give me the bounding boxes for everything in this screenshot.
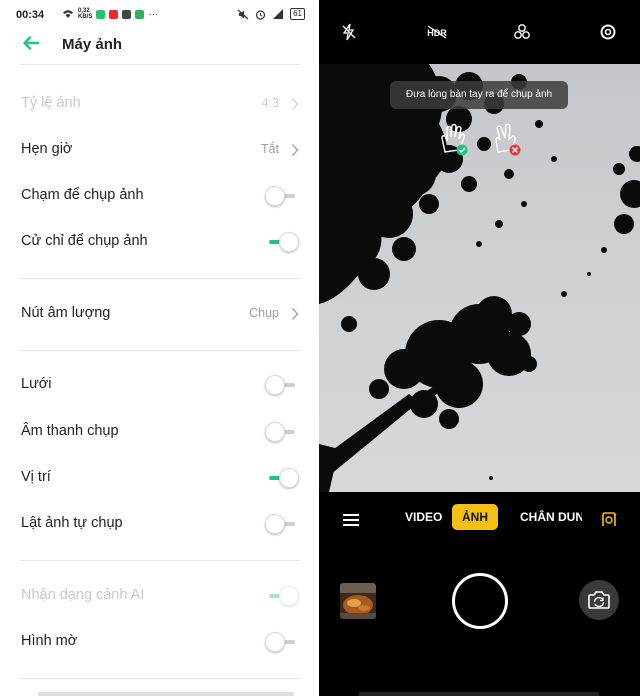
touch-capture-toggle[interactable] — [265, 185, 299, 207]
mute-icon — [237, 9, 249, 19]
sms-icon — [135, 9, 145, 19]
camera-mode-bar: VIDEO ẢNH CHÂN DUNG — [319, 500, 640, 540]
settings-panel: 00:34 0,32 KB/S ··· 61 Máy ảnh Tỷ lệ ảnh … — [0, 0, 319, 696]
ai-scene-toggle — [265, 585, 299, 607]
bottom-bar — [38, 692, 294, 696]
setting-label: Vị trí — [21, 469, 51, 485]
divider — [20, 350, 300, 351]
wifi-icon — [63, 10, 73, 18]
beauty-icon[interactable] — [600, 511, 618, 529]
app-notification-icon — [122, 9, 132, 19]
divider — [20, 64, 300, 65]
settings-icon[interactable] — [598, 22, 618, 42]
setting-label: Âm thanh chụp — [21, 423, 119, 439]
switch-camera-icon — [588, 591, 610, 609]
status-bar: 00:34 0,32 KB/S ··· 61 — [0, 0, 319, 30]
setting-grid: Lưới — [0, 365, 319, 405]
setting-label: Lưới — [21, 376, 52, 392]
divider — [20, 560, 300, 561]
setting-touch-to-capture: Chạm để chụp ảnh — [0, 176, 319, 216]
chevron-right-icon — [291, 143, 299, 157]
setting-shutter-sound: Âm thanh chụp — [0, 412, 319, 452]
more-notifications: ··· — [148, 8, 159, 20]
setting-watermark: Hình mờ — [0, 622, 319, 662]
filters-icon[interactable] — [512, 22, 532, 42]
flash-off-icon[interactable] — [339, 22, 359, 42]
switch-camera-button[interactable] — [579, 580, 619, 620]
alarm-icon — [255, 9, 266, 20]
watermark-toggle[interactable] — [265, 631, 299, 653]
battery-icon: 61 — [290, 8, 305, 20]
setting-label: Chạm để chụp ảnh — [21, 187, 144, 203]
food-photo-thumbnail — [340, 583, 376, 619]
chevron-right-icon — [291, 307, 299, 321]
tree-silhouette — [319, 64, 640, 492]
setting-timer[interactable]: Hẹn giờ Tắt — [0, 130, 319, 170]
divider — [20, 678, 300, 679]
bottom-bar — [359, 692, 599, 696]
hdr-icon[interactable]: HDR — [425, 22, 449, 42]
shutter-button[interactable] — [452, 573, 508, 629]
chevron-right-icon — [291, 97, 299, 111]
setting-label: Nút âm lượng — [21, 305, 111, 321]
setting-gesture-capture: Cử chỉ để chụp ảnh — [0, 222, 319, 262]
setting-mirror-selfie: Lật ảnh tự chụp — [0, 504, 319, 544]
setting-value: 4:3 — [261, 96, 279, 110]
setting-value: Chụp — [249, 306, 279, 320]
app-bar: Máy ảnh — [0, 30, 319, 60]
v-sign-gesture-icon — [495, 123, 521, 156]
grid-toggle[interactable] — [265, 374, 299, 396]
setting-label: Lật ảnh tự chụp — [21, 515, 123, 531]
setting-location: Vị trí — [0, 458, 319, 498]
mirror-selfie-toggle[interactable] — [265, 513, 299, 535]
back-arrow-icon[interactable] — [22, 34, 40, 52]
palm-gesture-icon — [441, 123, 468, 156]
menu-icon[interactable] — [343, 513, 359, 527]
setting-label: Cử chỉ để chụp ảnh — [21, 233, 148, 249]
location-toggle[interactable] — [265, 467, 299, 489]
youtube-icon — [109, 9, 119, 19]
setting-label: Nhận dạng cảnh AI — [21, 587, 145, 603]
setting-aspect-ratio: Tỷ lệ ảnh 4:3 — [0, 84, 319, 124]
setting-volume-button[interactable]: Nút âm lượng Chụp — [0, 294, 319, 334]
camera-top-bar: HDR — [319, 0, 640, 64]
camera-viewfinder[interactable]: Đưa lòng bàn tay ra để chụp ảnh — [319, 64, 640, 492]
gallery-thumbnail[interactable] — [340, 583, 376, 619]
mode-portrait[interactable]: CHÂN DUNG — [520, 510, 582, 524]
divider — [20, 278, 300, 279]
network-speed: 0,32 KB/S — [78, 8, 93, 20]
whatsapp-icon — [96, 9, 106, 19]
setting-label: Tỷ lệ ảnh — [21, 95, 81, 111]
shutter-sound-toggle[interactable] — [265, 421, 299, 443]
gesture-tooltip: Đưa lòng bàn tay ra để chụp ảnh — [390, 81, 568, 109]
setting-ai-scene: Nhận dạng cảnh AI — [0, 576, 319, 616]
signal-icon — [273, 9, 284, 19]
setting-label: Hẹn giờ — [21, 141, 73, 157]
page-title: Máy ảnh — [62, 36, 123, 53]
setting-label: Hình mờ — [21, 633, 78, 649]
gesture-capture-toggle[interactable] — [265, 231, 299, 253]
camera-panel: HDR Đưa lòng bàn tay ra để chụp ảnh VIDE… — [319, 0, 640, 696]
mode-photo[interactable]: ẢNH — [452, 504, 498, 530]
status-time: 00:34 — [16, 9, 45, 21]
mode-video[interactable]: VIDEO — [405, 510, 442, 524]
setting-value: Tắt — [260, 142, 279, 156]
